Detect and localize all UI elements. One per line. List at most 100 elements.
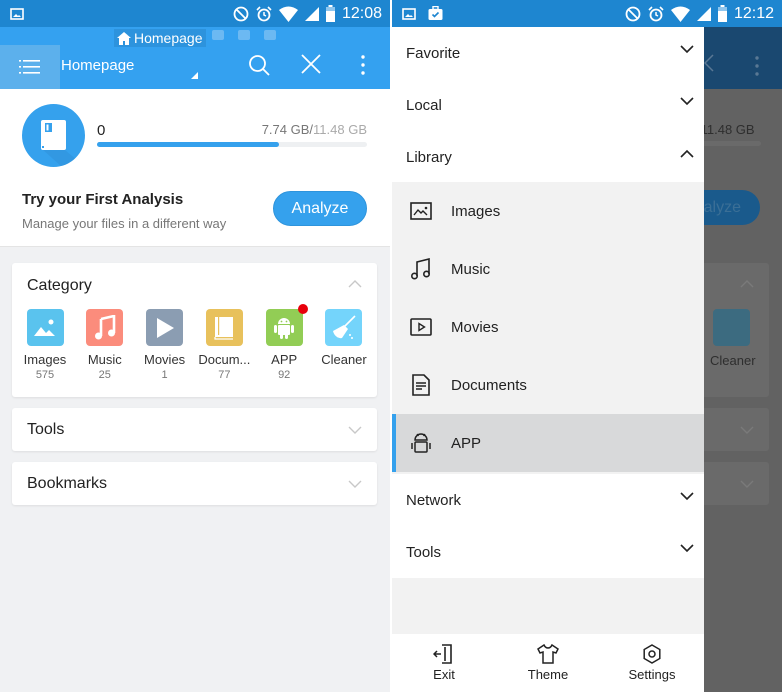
drawer-bottom-bar: Exit Theme Settings xyxy=(392,634,704,692)
chevron-up-icon xyxy=(740,280,754,288)
category-label: Cleaner xyxy=(321,352,367,367)
analyze-button[interactable]: Analyze xyxy=(273,191,367,226)
signal-icon xyxy=(304,6,319,21)
chevron-down-icon[interactable] xyxy=(348,426,362,434)
do-not-disturb-icon xyxy=(233,6,249,21)
drawer-section-network[interactable]: Network xyxy=(392,474,704,526)
dimmed-cleaner-icon xyxy=(713,309,750,346)
category-count: 92 xyxy=(278,369,291,381)
category-item-music[interactable]: Music 25 xyxy=(76,309,134,381)
settings-icon xyxy=(643,644,661,664)
drawer-screen: 12:12 /11.48 GB alyze Cleaner Favorite L… xyxy=(392,0,782,692)
storage-used-size: 7.74 GB xyxy=(261,122,310,137)
drawer-section-label: Tools xyxy=(406,543,442,561)
android-icon[interactable] xyxy=(238,30,250,40)
library-item-movies[interactable]: Movies xyxy=(392,298,704,356)
home-icon xyxy=(117,31,131,45)
drawer-section-local[interactable]: Local xyxy=(392,79,704,131)
appbar-title[interactable]: Homepage xyxy=(61,57,134,74)
drawer-section-library[interactable]: Library xyxy=(392,131,704,183)
chevron-down-icon[interactable] xyxy=(348,480,362,488)
dimmed-cleaner-label: Cleaner xyxy=(710,353,756,368)
library-item-label: APP xyxy=(451,434,482,452)
category-card: Category Images 575 Music 25 Movies 1 Do… xyxy=(12,263,377,397)
analysis-title: Try your First Analysis xyxy=(22,191,184,208)
drawer-spacer xyxy=(392,578,704,634)
theme-button[interactable]: Theme xyxy=(496,634,600,692)
tools-card[interactable]: Tools xyxy=(12,408,377,451)
do-not-disturb-icon xyxy=(625,6,641,21)
category-item-movies[interactable]: Movies 1 xyxy=(136,309,194,381)
music-note-icon xyxy=(94,314,116,339)
category-item-images[interactable]: Images 575 xyxy=(16,309,74,381)
chevron-down-icon xyxy=(740,426,754,434)
storage-progress-fill xyxy=(97,142,279,147)
analysis-subtitle: Manage your files in a different way xyxy=(22,216,227,231)
category-icon-bg xyxy=(325,309,363,346)
category-item-documents[interactable]: Docum... 77 xyxy=(195,309,253,381)
drawer-section-tools[interactable]: Tools xyxy=(392,526,704,578)
bookmarks-card[interactable]: Bookmarks xyxy=(12,462,377,505)
category-icon-bg xyxy=(86,309,124,346)
category-item-app[interactable]: APP 92 xyxy=(255,304,313,381)
theme-label: Theme xyxy=(527,667,569,682)
settings-button[interactable]: Settings xyxy=(600,634,704,692)
image-icon xyxy=(34,319,55,336)
category-title: Category xyxy=(27,277,92,294)
wifi-display-icon[interactable] xyxy=(264,30,276,40)
back-chevron-icon xyxy=(704,54,714,72)
category-icon-bg xyxy=(205,309,243,346)
chat-icon[interactable] xyxy=(212,30,224,40)
category-count: 1 xyxy=(161,369,168,381)
exit-icon xyxy=(433,644,452,664)
drawer-section-label: Local xyxy=(406,96,442,114)
screenshot-pair: 12:08 Homepage Homepage 0 7.74 GB/11.48 … xyxy=(0,0,782,692)
close-icon[interactable] xyxy=(301,54,321,74)
video-outline-icon xyxy=(410,318,432,336)
category-icon-bg xyxy=(265,304,308,346)
sd-card-icon[interactable] xyxy=(22,104,85,167)
category-label: Movies xyxy=(144,352,186,367)
broom-icon xyxy=(332,314,356,339)
storage-summary: 7.74 GB/11.48 GB xyxy=(261,122,367,137)
library-item-music[interactable]: Music xyxy=(392,240,704,298)
search-icon[interactable] xyxy=(248,54,270,76)
more-vert-icon[interactable] xyxy=(360,54,366,76)
chevron-up-icon[interactable] xyxy=(348,280,362,288)
storage-progress-bar xyxy=(97,142,367,147)
battery-icon xyxy=(717,5,727,22)
wifi-icon xyxy=(670,6,690,22)
title-dropdown-indicator[interactable] xyxy=(191,72,198,79)
category-count: 77 xyxy=(218,369,231,381)
library-item-images[interactable]: Images xyxy=(392,182,704,240)
chevron-up-icon xyxy=(680,149,694,158)
chevron-down-icon xyxy=(680,544,694,553)
category-label: Docum... xyxy=(198,352,251,367)
exit-button[interactable]: Exit xyxy=(392,634,496,692)
drawer-section-favorite[interactable]: Favorite xyxy=(392,27,704,79)
breadcrumb-home[interactable]: Homepage xyxy=(114,29,206,47)
library-item-label: Images xyxy=(451,202,501,220)
android-outline-icon xyxy=(411,433,431,453)
chevron-down-icon xyxy=(680,492,694,501)
chevron-down-icon xyxy=(680,45,694,54)
menu-button[interactable] xyxy=(0,45,60,89)
notification-badge xyxy=(297,304,308,314)
image-outline-icon xyxy=(410,202,432,220)
book-icon xyxy=(214,316,234,340)
status-bar: 12:12 xyxy=(392,0,782,27)
status-bar: 12:08 xyxy=(0,0,390,27)
homepage-screen: 12:08 Homepage Homepage 0 7.74 GB/11.48 … xyxy=(0,0,390,692)
drawer-section-label: Favorite xyxy=(406,44,461,62)
exit-label: Exit xyxy=(433,667,455,682)
chevron-down-icon xyxy=(740,480,754,488)
status-time: 12:08 xyxy=(341,4,382,22)
library-item-app[interactable]: APP xyxy=(392,414,704,472)
play-icon xyxy=(156,317,174,338)
alarm-icon xyxy=(648,5,664,21)
drawer-section-label: Library xyxy=(406,148,452,166)
category-item-cleaner[interactable]: Cleaner xyxy=(315,309,373,381)
library-item-documents[interactable]: Documents xyxy=(392,356,704,414)
music-note-outline-icon xyxy=(410,258,431,280)
android-icon xyxy=(274,317,295,339)
